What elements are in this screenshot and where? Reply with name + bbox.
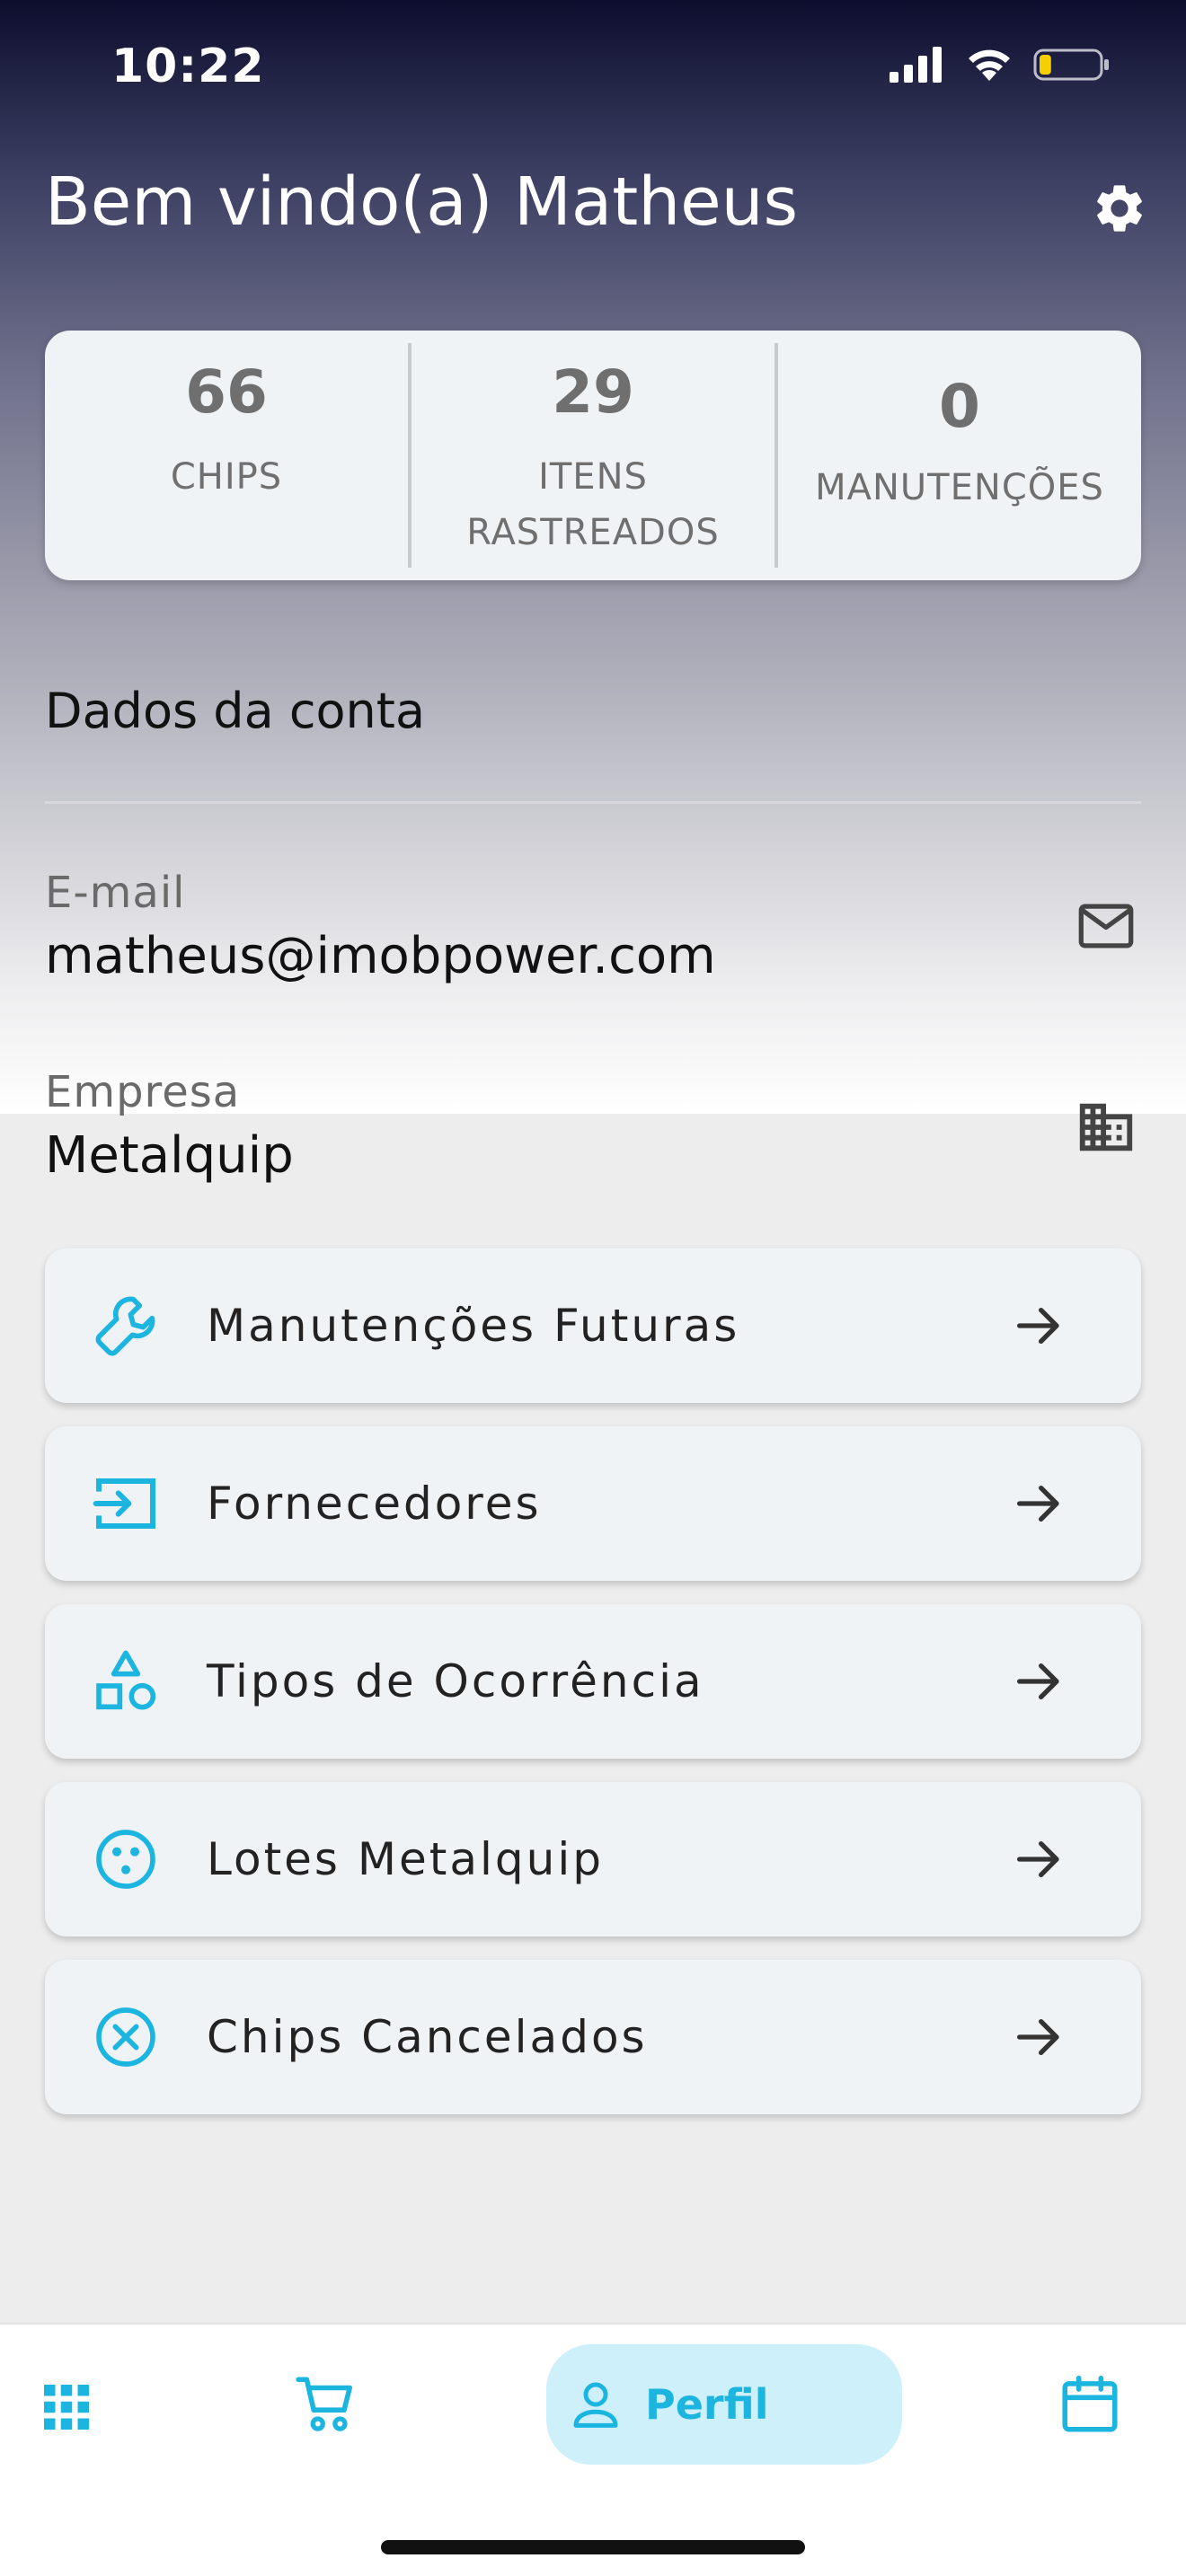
home-indicator <box>381 2540 805 2554</box>
stats-card: 66 CHIPS 29 ITENS RASTREADOS 0 MANUTENÇÕ… <box>45 331 1141 580</box>
wrench-icon <box>95 1296 155 1356</box>
calendar-icon[interactable] <box>1057 2371 1123 2438</box>
menu-label: Chips Cancelados <box>207 2011 648 2063</box>
stat-label-line2: RASTREADOS <box>466 512 720 553</box>
grid-icon[interactable] <box>40 2380 93 2434</box>
menu-item-chips-cancelados[interactable]: Chips Cancelados <box>45 1960 1141 2114</box>
divider <box>45 801 1141 804</box>
shapes-icon <box>96 1650 156 1710</box>
nav-perfil-tab[interactable]: Perfil <box>546 2344 902 2465</box>
signal-icon <box>890 47 942 83</box>
company-label: Empresa <box>45 1067 241 1117</box>
email-label: E-mail <box>45 868 186 918</box>
menu-item-fornecedores[interactable]: Fornecedores <box>45 1426 1141 1581</box>
cancel-circle-icon <box>96 2007 155 2067</box>
login-icon <box>93 1478 155 1529</box>
nav-perfil-label: Perfil <box>645 2380 769 2429</box>
arrow-right-icon <box>1017 1841 1059 1877</box>
arrow-right-icon <box>1017 1663 1059 1699</box>
person-icon <box>573 2382 618 2428</box>
menu-label: Manutenções Futuras <box>207 1300 740 1352</box>
menu-label: Fornecedores <box>207 1478 542 1530</box>
status-icons <box>890 47 1111 83</box>
stat-chips[interactable]: 66 CHIPS <box>45 331 408 580</box>
arrow-right-icon <box>1017 1308 1059 1344</box>
stat-label: CHIPS <box>170 456 283 498</box>
stat-manutencoes[interactable]: 0 MANUTENÇÕES <box>774 343 1141 568</box>
wifi-icon <box>969 49 1010 81</box>
cart-icon[interactable] <box>293 2371 359 2438</box>
battery-icon <box>1033 49 1109 81</box>
stat-value: 66 <box>185 357 268 427</box>
stat-value: 29 <box>552 357 634 427</box>
mail-icon <box>1078 904 1134 948</box>
stat-label: ITENS RASTREADOS <box>412 449 774 560</box>
menu-item-manutencoes-futuras[interactable]: Manutenções Futuras <box>45 1248 1141 1403</box>
arrow-right-icon <box>1017 1486 1059 1522</box>
menu-label: Lotes Metalquip <box>207 1833 604 1885</box>
cookie-icon <box>96 1830 155 1889</box>
gear-icon[interactable] <box>1091 180 1148 237</box>
stat-itens-rastreados[interactable]: 29 ITENS RASTREADOS <box>408 343 774 568</box>
status-bar: 10:22 <box>0 0 1186 135</box>
stat-value: 0 <box>939 372 980 441</box>
stat-label-line1: ITENS <box>538 456 648 498</box>
section-title: Dados da conta <box>45 683 426 739</box>
menu-item-tipos-ocorrencia[interactable]: Tipos de Ocorrência <box>45 1604 1141 1759</box>
arrow-right-icon <box>1017 2019 1059 2055</box>
stat-label: MANUTENÇÕES <box>815 467 1104 508</box>
menu-label: Tipos de Ocorrência <box>207 1655 704 1707</box>
company-value: Metalquip <box>45 1126 294 1185</box>
welcome-title: Bem vindo(a) Matheus <box>45 163 799 241</box>
email-value: matheus@imobpower.com <box>45 927 716 985</box>
menu-item-lotes-metalquip[interactable]: Lotes Metalquip <box>45 1782 1141 1936</box>
bottom-nav: Perfil <box>0 2323 1186 2576</box>
building-icon <box>1079 1103 1133 1151</box>
status-time: 10:22 <box>111 40 265 93</box>
